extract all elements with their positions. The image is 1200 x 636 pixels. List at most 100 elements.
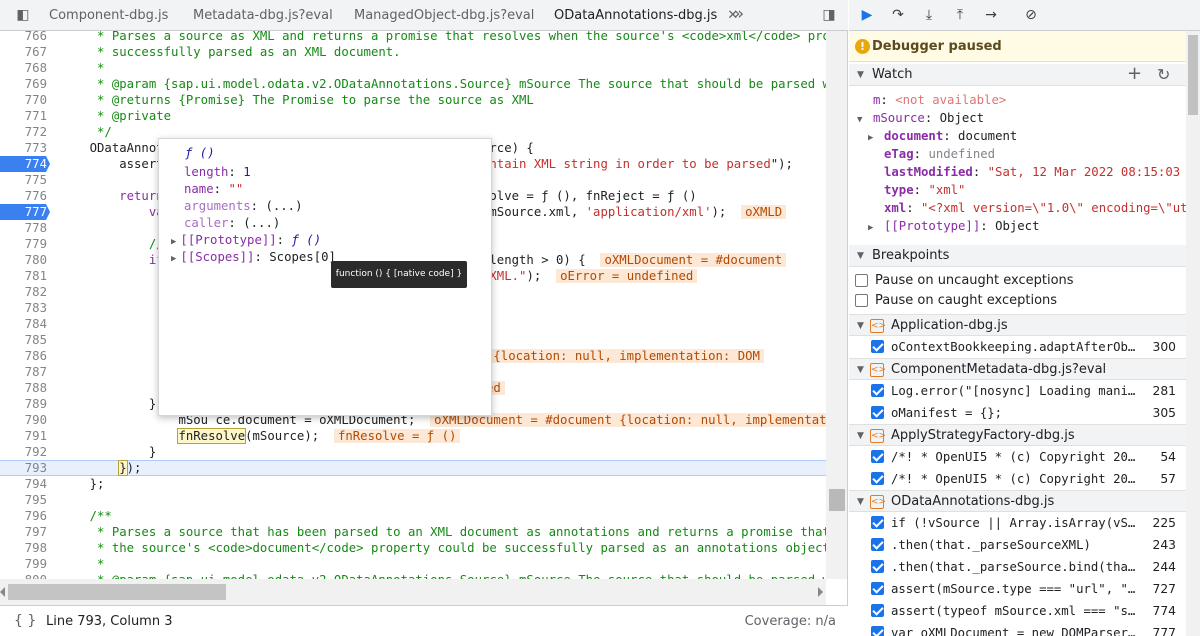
line-number[interactable]: 796 xyxy=(0,508,50,524)
line-number[interactable]: 778 xyxy=(0,220,50,236)
breakpoint-file-header[interactable]: ▼ <> ApplyStrategyFactory-dbg.js xyxy=(849,424,1186,446)
pretty-print-icon[interactable]: { } xyxy=(14,613,36,629)
watch-item[interactable]: xml: "<?xml version=\"1.0\" encoding=\"u… xyxy=(849,199,1186,217)
tab-metadata-dbg[interactable]: Metadata-dbg.js?eval xyxy=(193,0,333,31)
line-number[interactable]: 799 xyxy=(0,556,50,572)
expand-arrow-icon[interactable]: ▼ xyxy=(857,111,869,127)
collapse-arrow-icon[interactable]: ▼ xyxy=(857,491,864,513)
breakpoint-file-header[interactable]: ▼ <> Application-dbg.js xyxy=(849,314,1186,336)
breakpoint-item[interactable]: /*! * OpenUI5 * (c) Copyright 200… 54 xyxy=(849,446,1186,468)
scroll-left-arrow-icon[interactable] xyxy=(0,587,5,597)
editor-horizontal-scroll-thumb[interactable] xyxy=(8,584,226,600)
breakpoints-section-header[interactable]: ▼ Breakpoints xyxy=(849,245,1186,267)
breakpoint-checkbox[interactable] xyxy=(871,582,884,595)
code-line[interactable]: 769 * @param {sap.ui.model.odata.v2.ODat… xyxy=(0,76,826,92)
breakpoint-item[interactable]: var oXMLDocument = new DOMParser… 777 xyxy=(849,622,1186,636)
breakpoint-checkbox[interactable] xyxy=(871,560,884,573)
line-number[interactable]: 779 xyxy=(0,236,50,252)
collapse-arrow-icon[interactable]: ▼ xyxy=(857,315,864,337)
line-number[interactable]: 797 xyxy=(0,524,50,540)
breakpoint-checkbox[interactable] xyxy=(871,450,884,463)
code-line[interactable]: 800 * @param {sap.ui.model.odata.v2.ODat… xyxy=(0,572,826,579)
breakpoint-item[interactable]: if (!vSource || Array.isArray(vS… 225 xyxy=(849,512,1186,534)
line-number[interactable]: 785 xyxy=(0,332,50,348)
line-number[interactable]: 776 xyxy=(0,188,50,204)
line-number[interactable]: 781 xyxy=(0,268,50,284)
refresh-watch-icon[interactable]: ↻ xyxy=(1157,64,1170,86)
line-number[interactable]: 769 xyxy=(0,76,50,92)
watch-item[interactable]: eTag: undefined xyxy=(849,145,1186,163)
code-line[interactable]: 767 * successfully parsed as an XML docu… xyxy=(0,44,826,60)
popover-property[interactable]: ▶ [[Scopes]]: Scopes[0] xyxy=(171,248,336,266)
code-line[interactable]: 795 xyxy=(0,492,826,508)
expand-arrow-icon[interactable]: ▶ xyxy=(171,254,176,264)
line-number[interactable]: 787 xyxy=(0,364,50,380)
line-number[interactable]: 800 xyxy=(0,572,50,579)
editor-horizontal-scrollbar[interactable] xyxy=(0,579,826,605)
breakpoint-item[interactable]: .then(that._parseSource.bind(tha… 244 xyxy=(849,556,1186,578)
code-line[interactable]: 791 fnResolve(mSource); fnResolve = ƒ () xyxy=(0,428,826,444)
sidebar-scroll-thumb[interactable] xyxy=(1188,35,1198,115)
code-line[interactable]: 793 }); xyxy=(0,460,826,476)
code-line[interactable]: 796 /** xyxy=(0,508,826,524)
line-number[interactable]: 790 xyxy=(0,412,50,428)
editor-vertical-scrollbar[interactable] xyxy=(826,31,847,579)
line-number[interactable]: 767 xyxy=(0,44,50,60)
sidebar-vertical-scrollbar[interactable] xyxy=(1186,31,1200,636)
pause-uncaught-checkbox[interactable] xyxy=(855,274,868,287)
resume-icon[interactable]: ▶︎ xyxy=(855,4,879,26)
code-line[interactable]: 792 } xyxy=(0,444,826,460)
breakpoint-line-number[interactable]: 774 xyxy=(0,156,50,172)
code-line[interactable]: 768 * xyxy=(0,60,826,76)
breakpoint-item[interactable]: .then(that._parseSourceXML) 243 xyxy=(849,534,1186,556)
popover-property[interactable]: ▶ [[Prototype]]: ƒ () xyxy=(171,231,321,249)
line-number[interactable]: 771 xyxy=(0,108,50,124)
breakpoint-checkbox[interactable] xyxy=(871,406,884,419)
breakpoint-item[interactable]: oManifest = {}; 305 xyxy=(849,402,1186,424)
breakpoint-checkbox[interactable] xyxy=(871,384,884,397)
breakpoint-checkbox[interactable] xyxy=(871,538,884,551)
breakpoint-item[interactable]: assert(typeof mSource.xml === "s… 774 xyxy=(849,600,1186,622)
tab-odataannotations-dbg[interactable]: ODataAnnotations-dbg.js ✕ xyxy=(554,0,738,31)
pause-caught-checkbox[interactable] xyxy=(855,294,868,307)
step-over-icon[interactable]: ↷ xyxy=(886,4,910,26)
line-number[interactable]: 794 xyxy=(0,476,50,492)
watch-item[interactable]: m: <not available> xyxy=(849,91,1186,109)
code-line[interactable]: 797 * Parses a source that has been pars… xyxy=(0,524,826,540)
watch-item[interactable]: ▶ [[Prototype]]: Object xyxy=(849,217,1186,235)
line-number[interactable]: 798 xyxy=(0,540,50,556)
code-line[interactable]: 794 }; xyxy=(0,476,826,492)
breakpoint-item[interactable]: Log.error("[nosync] Loading mani… 281 xyxy=(849,380,1186,402)
code-line[interactable]: 771 * @private xyxy=(0,108,826,124)
line-number[interactable]: 783 xyxy=(0,300,50,316)
expand-arrow-icon[interactable]: ▶ xyxy=(868,129,880,145)
expand-arrow-icon[interactable]: ▶ xyxy=(171,237,176,247)
step-into-icon[interactable]: ⤓ xyxy=(917,4,941,26)
scroll-right-arrow-icon[interactable] xyxy=(818,587,823,597)
breakpoint-checkbox[interactable] xyxy=(871,472,884,485)
line-number[interactable]: 782 xyxy=(0,284,50,300)
line-number[interactable]: 770 xyxy=(0,92,50,108)
breakpoint-checkbox[interactable] xyxy=(871,516,884,529)
breakpoint-checkbox[interactable] xyxy=(871,626,884,636)
watch-item[interactable]: type: "xml" xyxy=(849,181,1186,199)
collapse-arrow-icon[interactable]: ▼ xyxy=(857,425,864,447)
breakpoint-file-header[interactable]: ▼ <> ComponentMetadata-dbg.js?eval xyxy=(849,358,1186,380)
line-number[interactable]: 773 xyxy=(0,140,50,156)
code-line[interactable]: 770 * @returns {Promise} The Promise to … xyxy=(0,92,826,108)
tab-managedobject-dbg[interactable]: ManagedObject-dbg.js?eval xyxy=(354,0,534,31)
watch-section-header[interactable]: ▼ Watch + ↻ xyxy=(849,63,1186,86)
step-out-icon[interactable]: ⤒ xyxy=(948,4,972,26)
breakpoint-item[interactable]: assert(mSource.type === "url", "… 727 xyxy=(849,578,1186,600)
tab-component-dbg[interactable]: Component-dbg.js xyxy=(49,0,168,31)
expand-arrow-icon[interactable]: ▶ xyxy=(868,219,880,235)
toggle-navigator-icon[interactable]: ◧ xyxy=(14,6,32,24)
watch-item[interactable]: ▼ mSource: Object xyxy=(849,109,1186,127)
watch-item[interactable]: lastModified: "Sat, 12 Mar 2022 08:15:03… xyxy=(849,163,1186,181)
deactivate-breakpoints-icon[interactable]: ⊘ xyxy=(1019,4,1043,26)
line-number[interactable]: 795 xyxy=(0,492,50,508)
breakpoint-checkbox[interactable] xyxy=(871,604,884,617)
line-number[interactable]: 792 xyxy=(0,444,50,460)
breakpoint-line-number[interactable]: 777 xyxy=(0,204,50,220)
collapse-arrow-icon[interactable]: ▼ xyxy=(857,359,864,381)
